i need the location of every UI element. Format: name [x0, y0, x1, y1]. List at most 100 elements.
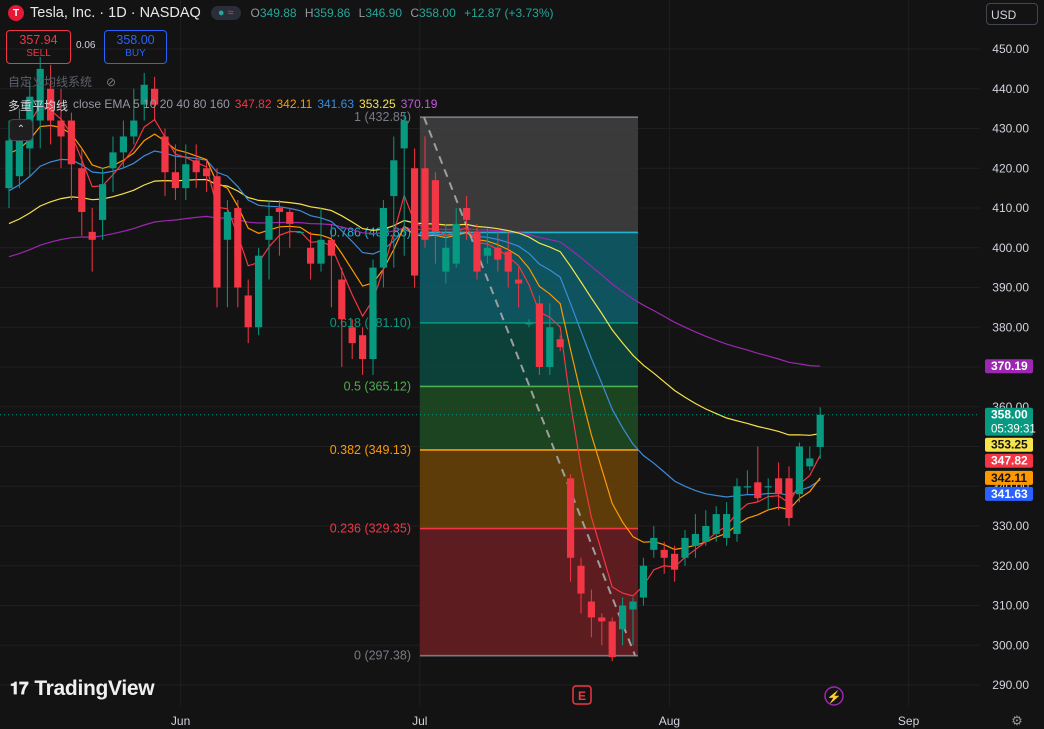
candle-body — [99, 184, 107, 220]
candle-body — [338, 279, 346, 320]
price-badge-label: 370.19 — [991, 359, 1028, 373]
tradingview-mark-icon: 𝟏𝟕 — [10, 679, 29, 698]
candle-body — [307, 247, 315, 264]
price-axis: 290.00300.00310.00320.00330.00340.00350.… — [980, 0, 1044, 729]
candle-body — [327, 239, 335, 256]
market-status-pill[interactable]: ● ≈ — [210, 6, 241, 20]
fib-level-label: 0.5 (365.12) — [344, 379, 411, 393]
candle-body — [785, 478, 793, 519]
candle-body — [57, 120, 65, 137]
candle-body — [421, 168, 429, 240]
price-tick-label: 400.00 — [992, 241, 1029, 255]
price-tick-label: 320.00 — [992, 559, 1029, 573]
time-tick-label: Jun — [171, 714, 190, 728]
candle-body — [463, 208, 471, 220]
time-tick-label: Jul — [412, 714, 427, 728]
candle-body — [88, 231, 96, 240]
candle-body — [265, 215, 273, 240]
ema40-value: 353.25 — [359, 97, 396, 111]
candle-body — [390, 160, 398, 197]
candle-body — [567, 478, 575, 558]
candle-body — [764, 486, 772, 488]
fib-zone — [420, 322, 638, 387]
candle-body — [795, 446, 803, 495]
lightning-label: ⚡ — [827, 690, 842, 704]
indicator-name: 多重平均线 — [8, 99, 69, 113]
indicator-custom-ma[interactable]: 自定义均线系统 ⊘ — [8, 73, 116, 90]
candle-body — [535, 303, 543, 367]
candle-body — [650, 537, 658, 550]
fib-level-label: 0.382 (349.13) — [330, 443, 411, 457]
dividend-marker: ⚡ — [824, 686, 844, 706]
price-tick-label: 410.00 — [992, 201, 1029, 215]
candle-body — [161, 136, 169, 173]
ema80-value: 370.19 — [400, 97, 438, 111]
candle-body — [546, 327, 554, 367]
market-status-dot-icon: ● — [217, 7, 225, 19]
candle-body — [816, 414, 824, 447]
price-tick-label: 290.00 — [992, 678, 1029, 692]
candle-body — [598, 617, 606, 622]
candle-body — [213, 176, 221, 288]
price-tick-label: 310.00 — [992, 599, 1029, 613]
candle-body — [400, 120, 408, 149]
candle-body — [723, 514, 731, 538]
change-value: +12.87 (+3.73%) — [464, 6, 554, 20]
fib-level-label: 0.236 (329.35) — [330, 522, 411, 536]
fib-level-label: 0 (297.38) — [354, 649, 411, 663]
eye-off-icon[interactable]: ⊘ — [106, 75, 116, 89]
price-badge-label: 358.00 — [991, 408, 1028, 422]
candle-body — [223, 211, 231, 240]
price-tick-label: 300.00 — [992, 638, 1029, 652]
candle-body — [234, 208, 242, 288]
price-tick-label: 430.00 — [992, 122, 1029, 136]
ema5-value: 347.82 — [234, 97, 272, 111]
candle-body — [702, 526, 710, 542]
candle-body — [619, 605, 627, 630]
countdown-label: 05:39:31 — [991, 424, 1036, 436]
candle-body — [806, 458, 814, 467]
candle-body — [5, 140, 13, 189]
collapse-legend-button[interactable]: ⌃ — [9, 119, 33, 141]
ohlc-readout: O349.88 H359.86 L346.90 C358.00 +12.87 (… — [251, 6, 559, 20]
open-label: O — [250, 6, 260, 20]
earnings-label: E — [578, 689, 586, 703]
candle-body — [743, 486, 751, 488]
sell-label: SELL — [26, 48, 51, 59]
candle-body — [119, 136, 127, 153]
tesla-logo-icon: T — [8, 5, 24, 21]
candle-body — [379, 208, 387, 268]
sell-button[interactable]: 357.94 SELL — [6, 30, 71, 64]
price-badge-label: 341.63 — [991, 487, 1028, 501]
candle-body — [182, 164, 190, 189]
symbol-header: T Tesla, Inc. · 1D · NASDAQ ● ≈ O349.88 H… — [8, 5, 559, 21]
candle-body — [431, 180, 439, 232]
candle-body — [359, 335, 367, 360]
fib-zone — [420, 386, 638, 450]
currency-button[interactable]: USD — [986, 3, 1038, 25]
candle-body — [681, 537, 689, 558]
buy-label: BUY — [125, 48, 146, 59]
close-value: 358.00 — [419, 6, 456, 20]
wave-icon: ≈ — [227, 7, 234, 19]
price-tick-label: 390.00 — [992, 281, 1029, 295]
price-tick-label: 380.00 — [992, 320, 1029, 334]
tradingview-wordmark: TradingView — [34, 677, 155, 700]
buy-button[interactable]: 358.00 BUY — [104, 30, 167, 64]
candle-body — [639, 565, 647, 598]
candle-body — [109, 152, 117, 169]
candle-body — [775, 478, 783, 495]
indicator-multi-ema[interactable]: 多重平均线 close EMA 5 10 20 40 80 160 347.82… — [8, 97, 437, 114]
symbol-title[interactable]: Tesla, Inc. · 1D · NASDAQ — [30, 5, 201, 21]
candle-body — [712, 514, 720, 534]
fib-zone — [420, 449, 638, 529]
candle-body — [577, 565, 585, 594]
buy-price: 358.00 — [116, 33, 155, 47]
candle-body — [369, 267, 377, 360]
candle-body — [494, 247, 502, 260]
candle-body — [171, 172, 179, 189]
price-badge-label: 342.11 — [991, 471, 1027, 485]
candle-body — [244, 295, 252, 328]
ema20-value: 341.63 — [317, 97, 355, 111]
price-tick-label: 330.00 — [992, 519, 1029, 533]
